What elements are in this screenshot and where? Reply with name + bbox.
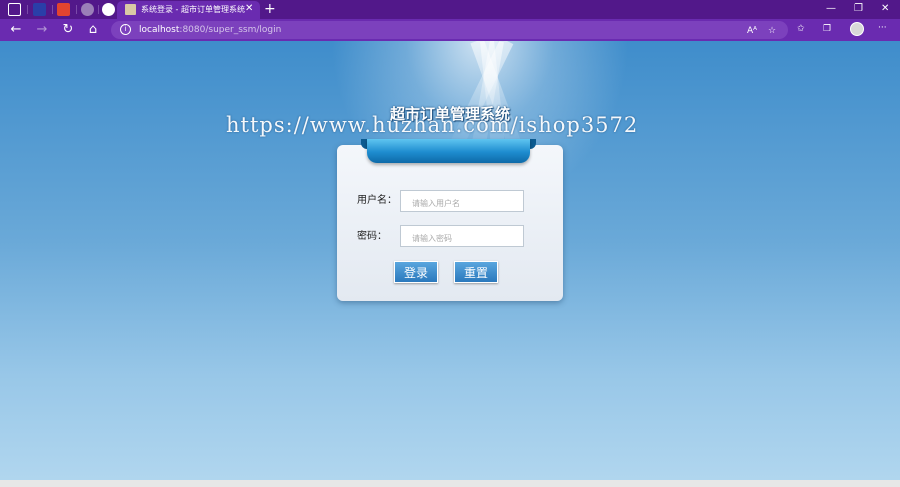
reset-button[interactable]: 重置 — [454, 261, 498, 283]
panel-ribbon-decoration — [367, 139, 530, 163]
collections-icon[interactable]: ❐ — [823, 23, 831, 35]
favorites-icon[interactable]: ✩ — [797, 23, 805, 35]
settings-menu-icon[interactable]: ··· — [878, 22, 887, 34]
username-label: 用户名： — [357, 195, 397, 206]
back-arrow-icon[interactable]: ← — [8, 22, 24, 38]
profile-avatar[interactable] — [850, 22, 864, 36]
pinned-tab-icon-4[interactable] — [102, 3, 115, 16]
login-panel: 用户名： 密码： 登录 重置 — [337, 145, 563, 301]
site-info-icon[interactable]: i — [120, 24, 131, 35]
address-bar[interactable]: i localhost:8080/super_ssm/login Aᴬ ☆ — [111, 21, 788, 39]
new-tab-button[interactable]: + — [264, 1, 276, 17]
username-input[interactable] — [401, 193, 523, 214]
status-bar — [0, 480, 900, 487]
close-window-button[interactable]: ✕ — [881, 2, 889, 15]
read-aloud-icon[interactable]: Aᴬ — [747, 25, 757, 37]
tab-separator — [27, 5, 28, 14]
tab-favicon-icon — [125, 4, 136, 15]
tab-close-icon[interactable]: ✕ — [245, 3, 253, 15]
active-tab[interactable]: 系统登录 - 超市订单管理系统 ✕ — [117, 1, 260, 19]
tab-separator — [98, 5, 99, 14]
pinned-tab-icon-3[interactable] — [81, 3, 94, 16]
password-label: 密码： — [357, 231, 387, 242]
forward-arrow-icon[interactable]: → — [34, 22, 50, 38]
url-path: :8080/super_ssm/login — [179, 25, 282, 35]
login-page: 超市订单管理系统 用户名： 密码： 登录 重置 https://www.huzh… — [0, 41, 900, 487]
browser-toolbar: ← → ↻ ⌂ i localhost:8080/super_ssm/login… — [0, 19, 900, 41]
refresh-icon[interactable]: ↻ — [60, 22, 76, 38]
username-field[interactable] — [400, 190, 524, 214]
home-icon[interactable]: ⌂ — [85, 22, 101, 38]
tab-actions-icon[interactable] — [8, 3, 21, 16]
tab-separator — [76, 5, 77, 14]
tab-bar: 系统登录 - 超市订单管理系统 ✕ + — ❐ ✕ — [0, 0, 900, 19]
login-button[interactable]: 登录 — [394, 261, 438, 283]
password-input[interactable] — [401, 228, 523, 249]
watermark-url: https://www.huzhan.com/ishop3572 — [226, 113, 639, 137]
url-host: localhost — [139, 25, 180, 35]
password-field[interactable] — [400, 225, 524, 249]
tab-separator — [52, 5, 53, 14]
add-favorite-icon[interactable]: ☆ — [768, 25, 776, 37]
pinned-tab-icon-2[interactable] — [57, 3, 70, 16]
address-url[interactable]: localhost:8080/super_ssm/login — [139, 24, 281, 36]
minimize-button[interactable]: — — [826, 2, 836, 15]
maximize-button[interactable]: ❐ — [854, 2, 863, 15]
pinned-tab-icon-1[interactable] — [33, 3, 46, 16]
active-tab-title: 系统登录 - 超市订单管理系统 — [141, 5, 245, 14]
